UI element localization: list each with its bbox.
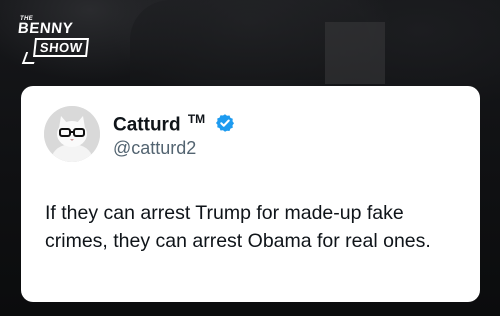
logo-benny-text: BENNY [17, 20, 74, 37]
user-handle[interactable]: @catturd2 [113, 138, 196, 159]
tweet-card: Catturd TM @catturd2 If they can arrest … [21, 86, 480, 302]
tweet-text: If they can arrest Trump for made-up fak… [45, 202, 431, 252]
logo-show-text: SHOW [33, 38, 90, 57]
cat-avatar-icon [44, 106, 100, 162]
logo-speech-tail [21, 52, 39, 64]
background-window [325, 22, 385, 84]
verified-badge-icon [216, 114, 234, 132]
benny-show-logo: THE BENNY SHOW [17, 16, 100, 66]
trademark-mark: TM [187, 112, 206, 126]
avatar[interactable] [44, 106, 100, 162]
display-name[interactable]: Catturd TM [113, 112, 205, 136]
display-name-text: Catturd [113, 114, 181, 136]
